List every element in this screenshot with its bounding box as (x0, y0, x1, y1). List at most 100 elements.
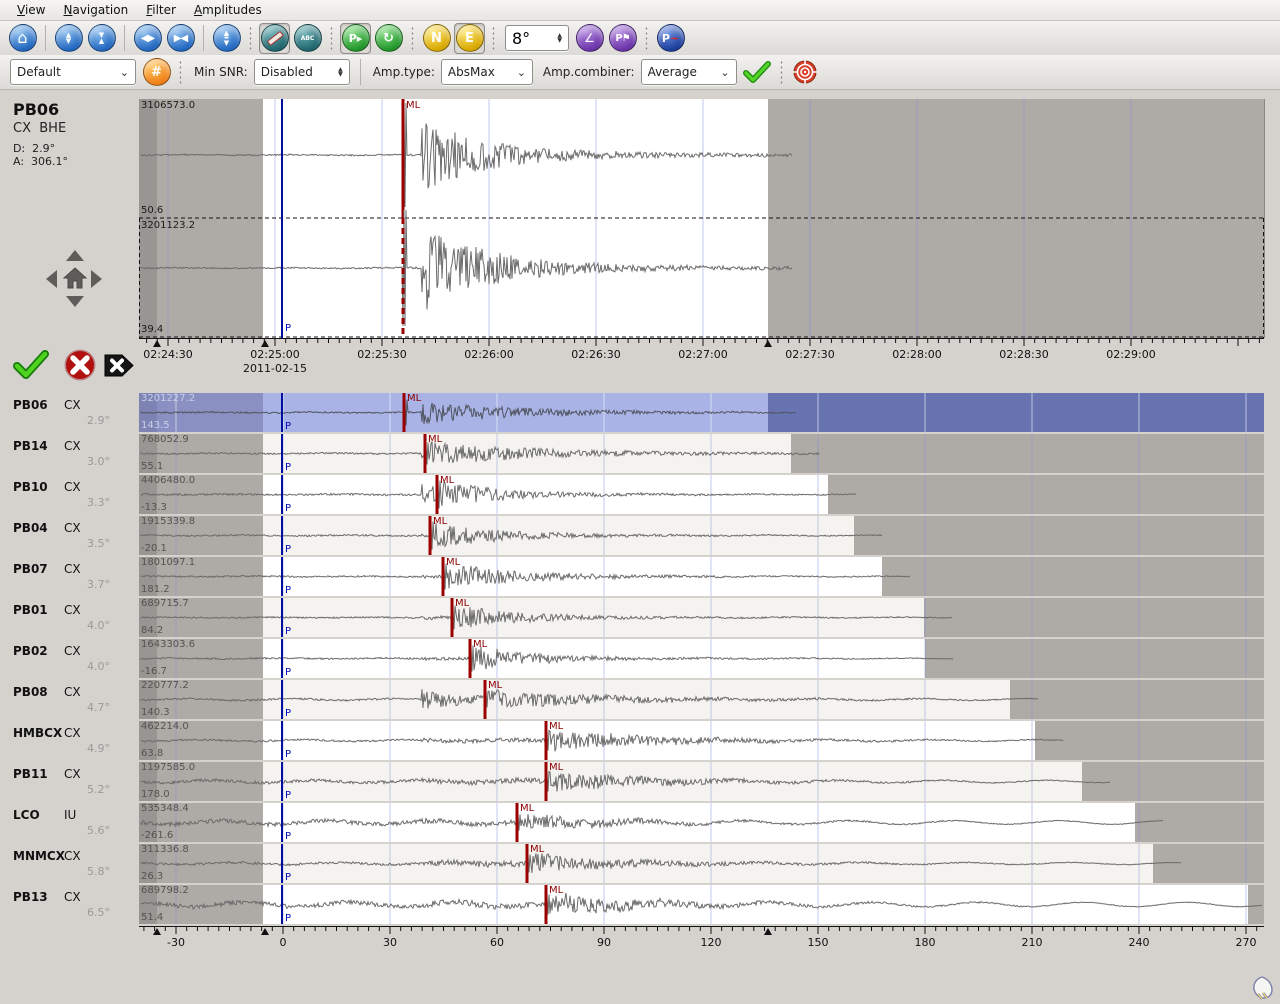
show-labels-button[interactable]: ABC (292, 23, 323, 54)
axis-tick-label: 02:28:30 (999, 348, 1048, 361)
trace-row-pb06[interactable]: PB06CX2.9°3201227.2143.5PML (0, 393, 1280, 432)
align-on-origin-button[interactable]: ↻ (373, 23, 404, 54)
recompute-magnitude-button[interactable] (790, 57, 821, 88)
trace-plot[interactable]: 535348.4-261.6PML (139, 803, 1264, 842)
nav-left-button[interactable] (46, 270, 57, 288)
picker-trace-view[interactable]: 3106573.050.63201123.239.4PML (139, 99, 1265, 338)
ml-pick-label: ML (488, 680, 502, 691)
trace-plot[interactable]: 689715.784.2PML (139, 598, 1264, 637)
menu-bar: ViewNavigationFilterAmplitudes (0, 0, 1280, 21)
ml-pick-label: ML (520, 803, 534, 814)
axis-tick-label: 150 (808, 936, 829, 949)
apply-amplitudes-button[interactable] (742, 57, 773, 88)
trace-row-lco[interactable]: LCOIU5.6°535348.4-261.6PML (0, 803, 1280, 842)
amp-type-label: Amp.type: (373, 65, 435, 79)
expand-amplitudes-button[interactable]: ▲▼ (53, 23, 84, 54)
filter-profile-select[interactable]: Default ⌄ (10, 59, 136, 85)
trace-amp-min: 181.2 (141, 584, 170, 595)
trace-row-pb11[interactable]: PB11CX5.2°1197585.0178.0PML (0, 762, 1280, 801)
axis-marker-triangle (153, 928, 161, 935)
trace-row-pb07[interactable]: PB07CX3.7°1801097.1181.2PML (0, 557, 1280, 596)
p-pick-label: P (285, 421, 291, 432)
trace-row-pb13[interactable]: PB13CX6.5°689798.251.4PML (0, 885, 1280, 924)
compress-horizontal-icon: ▶◀ (167, 24, 195, 52)
station-distance: 4.0° (0, 660, 110, 673)
trace-row-pb02[interactable]: PB02CX4.0°1643303.6-16.7PML (0, 639, 1280, 678)
station-network: CX (64, 562, 81, 576)
compress-amplitudes-button[interactable]: ▼▲ (86, 23, 117, 54)
trace-plot[interactable]: 462214.063.8PML (139, 721, 1264, 760)
compress-vertical-icon: ▼▲ (88, 24, 116, 52)
trace-amp-max: 220777.2 (141, 680, 189, 691)
ml-pick-label: ML (473, 639, 487, 650)
amp-type-select[interactable]: AbsMax ⌄ (441, 59, 533, 85)
expand-time-button[interactable]: ◀▶ (132, 23, 163, 54)
trace-plot[interactable]: 1915339.8-20.1PML (139, 516, 1264, 555)
normalize-amplitudes-button[interactable]: ▲▬▼ (211, 23, 242, 54)
nav-right-button[interactable] (91, 270, 102, 288)
angle-icon: ∠ (576, 24, 604, 52)
filter-toggle-button[interactable]: # (141, 57, 172, 88)
axis-tick-label: 60 (490, 936, 504, 949)
p-pick-label: P (285, 667, 291, 678)
trace-row-hmbcx[interactable]: HMBCXCX4.9°462214.063.8PML (0, 721, 1280, 760)
rotation-spinbox[interactable]: 8°▲▼ (505, 25, 569, 51)
trace-plot[interactable]: 4406480.0-13.3PML (139, 475, 1264, 514)
nav-home-button[interactable] (63, 266, 87, 294)
station-network: CX (64, 480, 81, 494)
menu-item-amplitudes[interactable]: Amplitudes (185, 2, 271, 18)
axis-marker-triangle (261, 928, 269, 935)
ruler-icon (261, 24, 289, 52)
trace-row-pb04[interactable]: PB04CX3.5°1915339.8-20.1PML (0, 516, 1280, 555)
trace-waveform (139, 516, 1264, 555)
trace-waveform (139, 885, 1264, 924)
trace-row-pb08[interactable]: PB08CX4.7°220777.2140.3PML (0, 680, 1280, 719)
trace-plot[interactable]: 768052.955.1PML (139, 434, 1264, 473)
nav-down-button[interactable] (66, 296, 84, 307)
amp-combiner-select[interactable]: Average ⌄ (641, 59, 737, 85)
station-distance: 5.6° (0, 824, 110, 837)
axis-marker-triangle (261, 340, 269, 347)
home-button[interactable]: ⌂ (7, 23, 38, 54)
station-code: PB07 (13, 562, 48, 576)
compress-time-button[interactable]: ▶◀ (165, 23, 196, 54)
axis-tick-label: 210 (1022, 936, 1043, 949)
station-code: PB14 (13, 439, 48, 453)
axis-tick-label: 90 (597, 936, 611, 949)
trace-plot[interactable]: 311336.826.3PML (139, 844, 1264, 883)
trace-row-pb10[interactable]: PB10CX3.3°4406480.0-13.3PML (0, 475, 1280, 514)
min-snr-label: Min SNR: (194, 65, 248, 79)
trace-row-pb14[interactable]: PB14CX3.0°768052.955.1PML (0, 434, 1280, 473)
min-snr-spinbox[interactable]: Disabled ▲▼ (254, 59, 350, 85)
trace-plot[interactable]: 689798.251.4PML (139, 885, 1264, 924)
trace-row-mnmcx[interactable]: MNMCXCX5.8°311336.826.3PML (0, 844, 1280, 883)
measure-angle-button[interactable]: ∠ (574, 23, 605, 54)
trace-amp-min: -16.7 (141, 666, 167, 677)
trace-waveform (139, 721, 1264, 760)
pick-flag-button[interactable]: P⚑ (607, 23, 638, 54)
trace-amp-max: 4406480.0 (141, 475, 195, 486)
menu-item-navigation[interactable]: Navigation (54, 2, 137, 18)
spin-arrows-icon[interactable]: ▲▼ (330, 67, 343, 77)
align-on-p-button[interactable]: P▸ (340, 23, 371, 54)
trace-row-pb01[interactable]: PB01CX4.0°689715.784.2PML (0, 598, 1280, 637)
nav-up-button[interactable] (66, 250, 84, 261)
menu-item-filter[interactable]: Filter (137, 2, 185, 18)
toolbar-separator (780, 60, 783, 84)
station-distance: 6.5° (0, 906, 110, 919)
trace-plot[interactable]: 1643303.6-16.7PML (139, 639, 1264, 678)
compute-amplitudes-button[interactable]: P~ (655, 23, 686, 54)
station-code: PB04 (13, 521, 48, 535)
trace-amp-min: 55.1 (141, 461, 163, 472)
trace-plot[interactable]: 3201227.2143.5PML (139, 393, 1264, 432)
measure-amplitudes-button[interactable] (259, 23, 290, 54)
east-component-button[interactable]: E (454, 23, 485, 54)
p-pick-label: P (285, 544, 291, 555)
menu-item-view[interactable]: View (8, 2, 54, 18)
trace-plot[interactable]: 220777.2140.3PML (139, 680, 1264, 719)
station-code: PB01 (13, 603, 48, 617)
trace-plot[interactable]: 1801097.1181.2PML (139, 557, 1264, 596)
spin-arrows-icon[interactable]: ▲▼ (549, 33, 562, 43)
trace-plot[interactable]: 1197585.0178.0PML (139, 762, 1264, 801)
north-component-button[interactable]: N (421, 23, 452, 54)
